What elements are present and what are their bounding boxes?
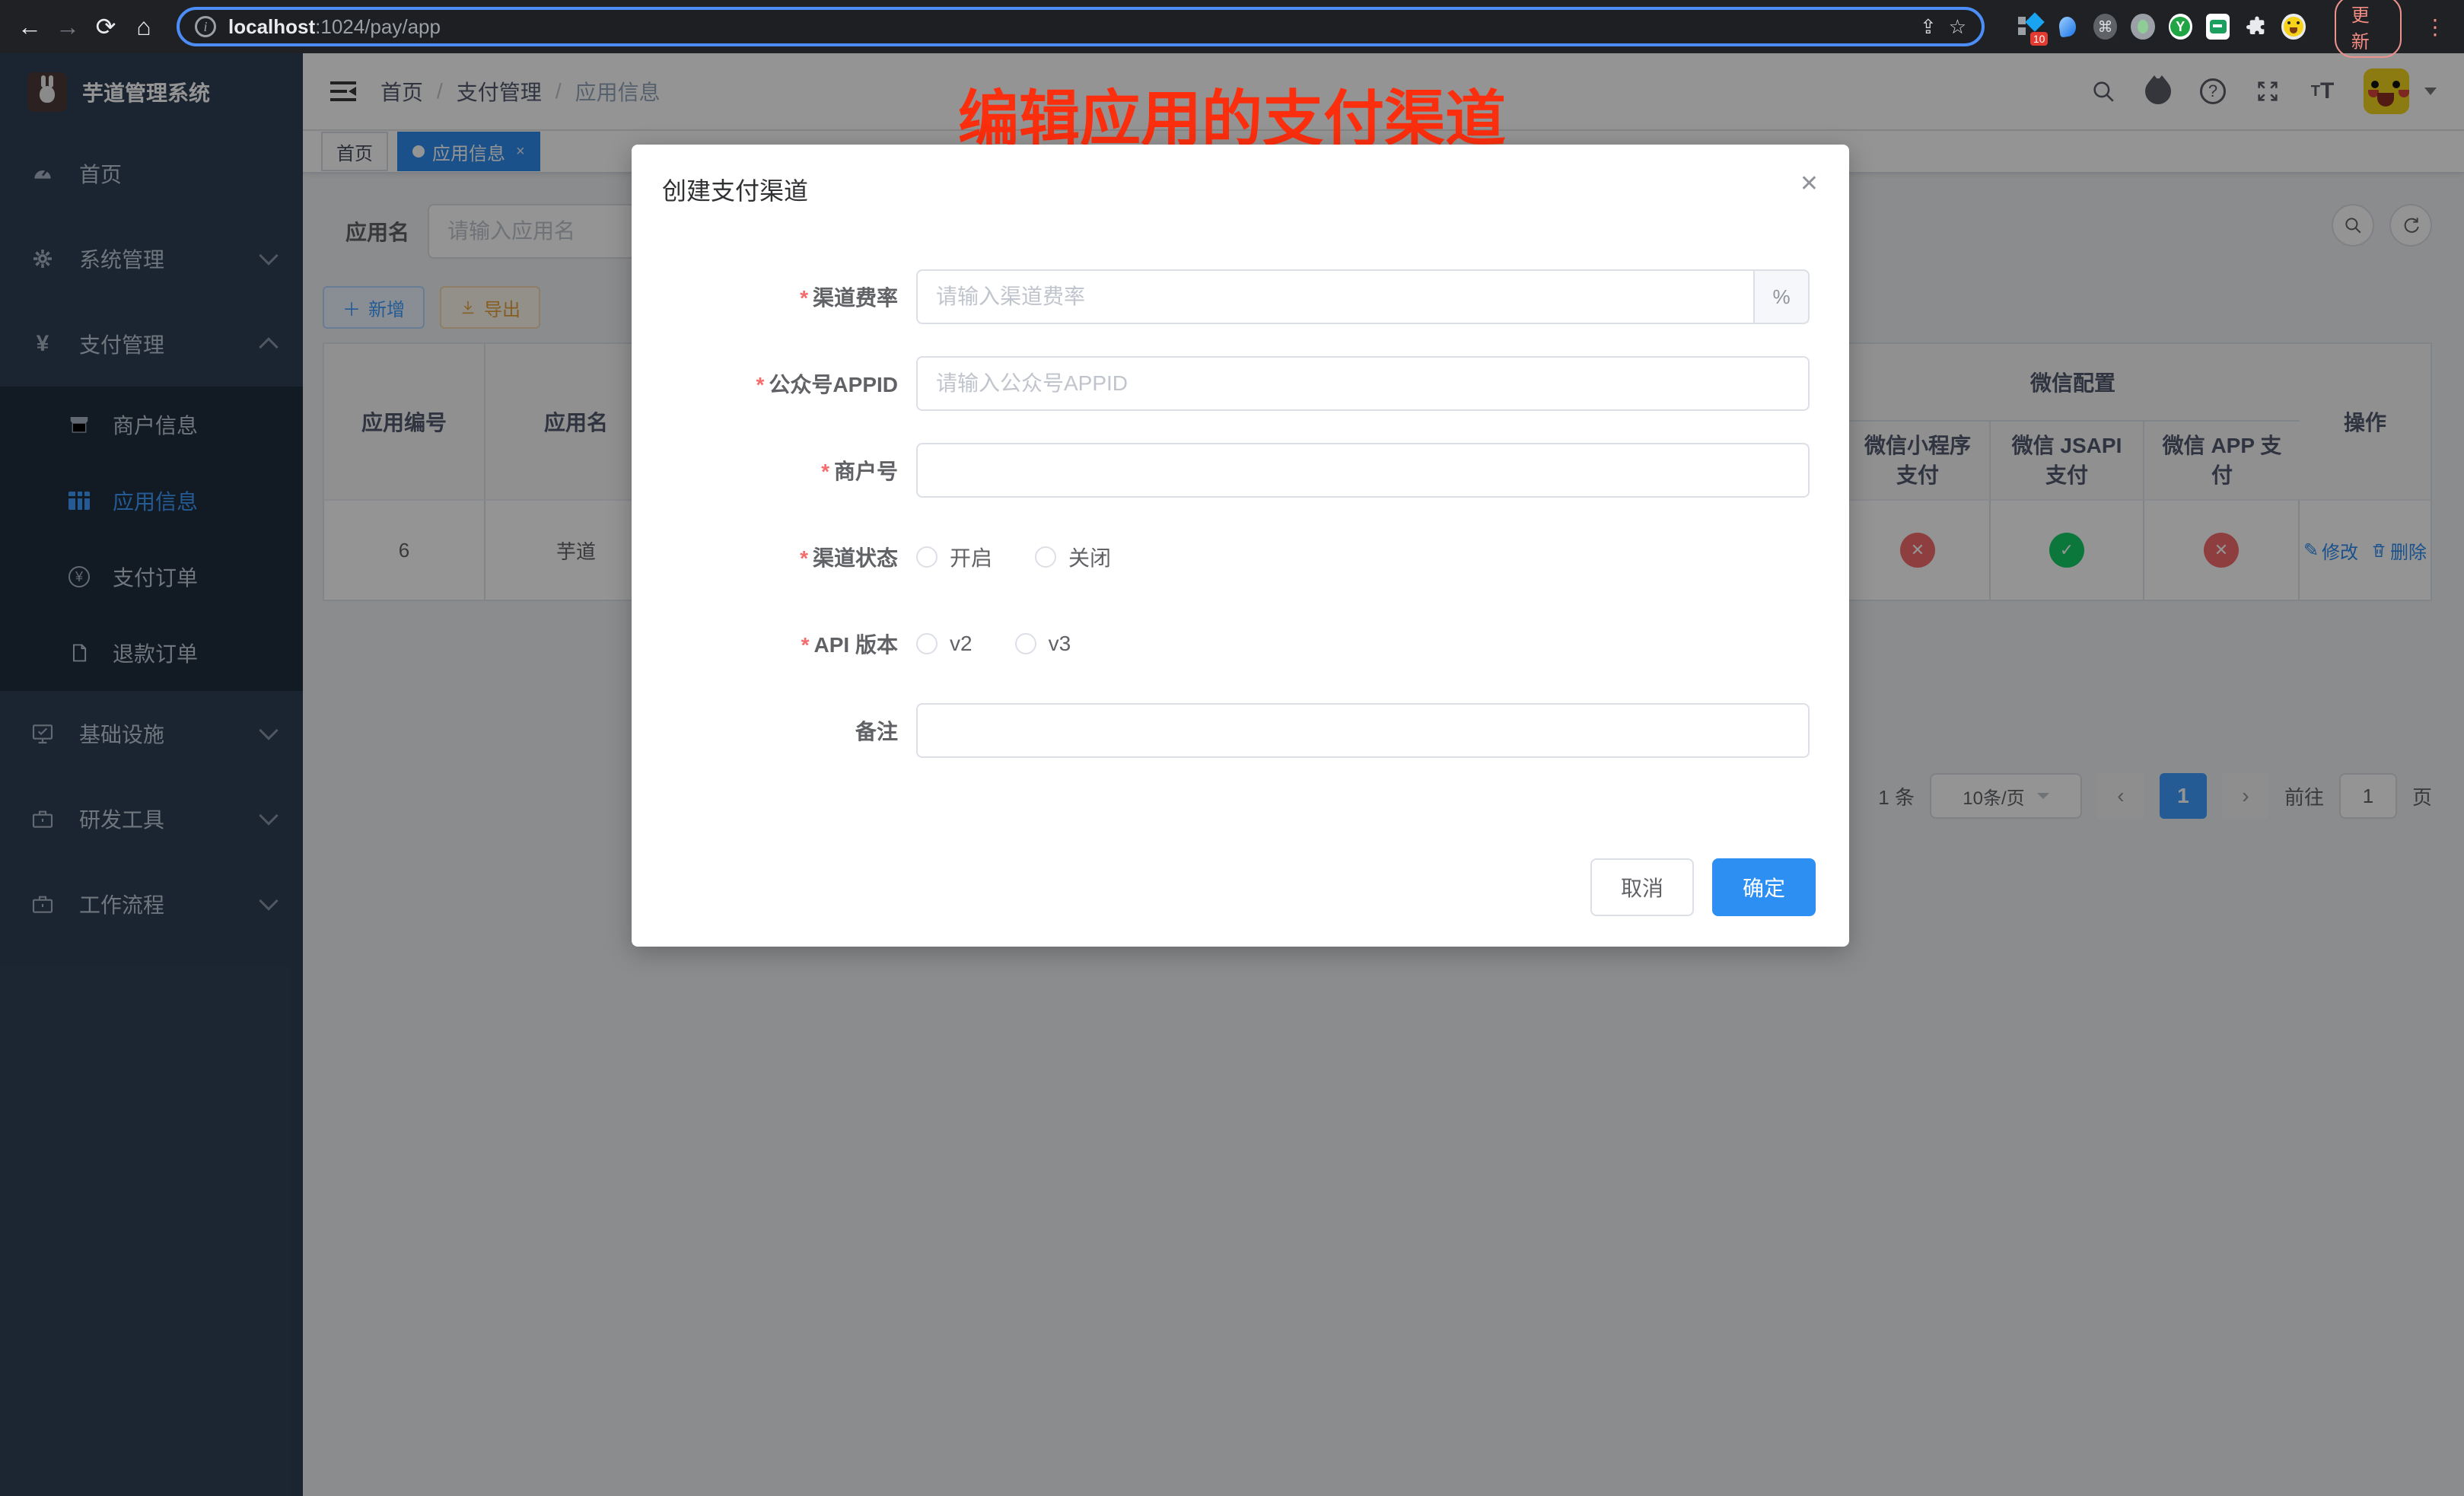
remark-label: 备注 [855,720,898,743]
api-label: API 版本 [814,633,898,657]
radio-circle-icon [1035,546,1056,568]
radio-circle-icon [1015,633,1036,654]
required-asterisk: * [801,633,810,657]
profile-avatar-icon[interactable] [2281,14,2305,40]
form-row-status: *渠道状态 开启 关闭 [632,530,1810,584]
radio-circle-icon [916,633,938,654]
mch-label: 商户号 [834,460,898,483]
recorder-extension-icon[interactable] [2131,14,2154,40]
status-on-radio[interactable]: 开启 [916,542,992,572]
cancel-button[interactable]: 取消 [1590,858,1694,916]
dialog-form: *渠道费率 % *公众号APPID *商户号 *渠道状态 开启 关闭 [632,227,1849,758]
browser-toolbar: ← → ⟳ ⌂ i localhost:1024/pay/app ⇪ ☆ 10 … [0,0,2464,53]
extension-badge: 10 [2030,32,2049,46]
dialog-title: 创建支付渠道 [662,177,808,205]
create-channel-dialog: 创建支付渠道 ✕ *渠道费率 % *公众号APPID *商户号 *渠道状态 [632,145,1849,947]
form-row-mch: *商户号 [632,443,1810,498]
extensions-puzzle-icon[interactable] [2243,14,2268,40]
share-icon[interactable]: ⇪ [1920,15,1937,39]
percent-suffix: % [1755,269,1810,324]
status-off-radio[interactable]: 关闭 [1035,542,1111,572]
forward-icon[interactable]: → [53,14,82,39]
api-v2-radio[interactable]: v2 [916,632,973,656]
browser-menu-icon[interactable]: ⋮ [2424,14,2446,40]
adblock-extension-icon[interactable]: 10 [2018,14,2042,40]
chat-extension-icon[interactable] [2206,14,2230,40]
api-v3-radio[interactable]: v3 [1015,632,1071,656]
extensions-strip: 10 ⌘ Y 更新 ⋮ [2018,0,2449,58]
y-extension-icon[interactable]: Y [2169,14,2192,40]
status-label: 渠道状态 [813,546,898,570]
dialog-close-icon[interactable]: ✕ [1800,170,1819,197]
reload-icon[interactable]: ⟳ [91,14,120,39]
app-window: 芋道管理系统 首页 系统管理 ¥ 支付管理 [0,53,2464,1496]
form-row-api: *API 版本 v2 v3 [632,616,1810,671]
bookmark-star-icon[interactable]: ☆ [1949,15,1966,39]
confirm-button[interactable]: 确定 [1712,858,1816,916]
form-row-appid: *公众号APPID [632,356,1810,411]
form-row-remark: 备注 [632,703,1810,758]
home-icon[interactable]: ⌂ [129,14,158,39]
back-icon[interactable]: ← [15,14,44,39]
browser-update-chip[interactable]: 更新 [2335,0,2402,58]
mch-input[interactable] [916,443,1810,498]
rate-label: 渠道费率 [813,286,898,310]
required-asterisk: * [756,373,765,396]
remark-input[interactable] [916,703,1810,758]
command-extension-icon[interactable]: ⌘ [2093,14,2117,40]
url-bar[interactable]: i localhost:1024/pay/app ⇪ ☆ [177,7,1985,46]
site-info-icon[interactable]: i [195,16,216,37]
appid-input[interactable] [916,356,1810,411]
form-row-rate: *渠道费率 % [632,269,1810,324]
required-asterisk: * [800,286,808,310]
url-text: localhost:1024/pay/app [228,15,441,39]
radio-circle-icon [916,546,938,568]
required-asterisk: * [800,546,808,570]
required-asterisk: * [821,460,829,483]
balloon-extension-icon[interactable] [2055,14,2079,40]
rate-input[interactable] [916,269,1755,324]
dialog-header: 创建支付渠道 ✕ [632,145,1849,227]
dialog-footer: 取消 确定 [1590,858,1816,916]
appid-label: 公众号APPID [769,373,898,396]
